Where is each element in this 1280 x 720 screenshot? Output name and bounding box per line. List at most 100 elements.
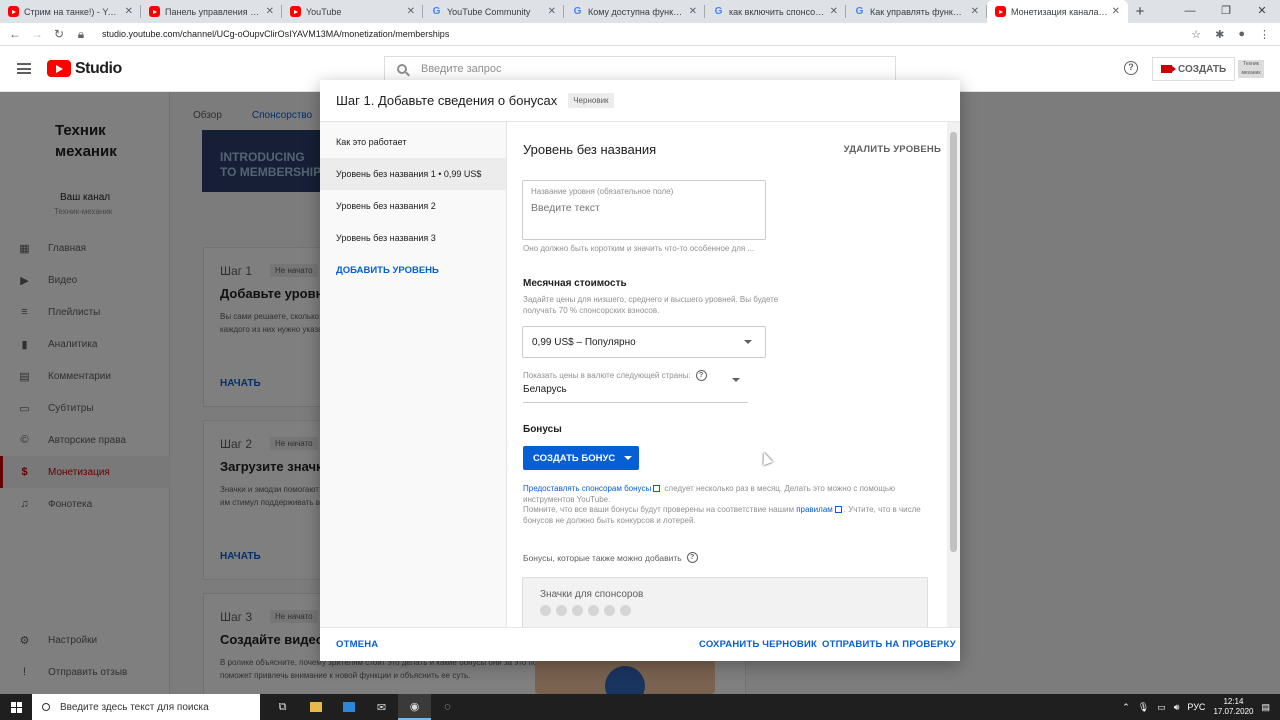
price-select[interactable]: 0,99 US$ – Популярно bbox=[522, 326, 766, 358]
tier-name-field-label: Название уровня (обязательное поле) bbox=[531, 187, 674, 196]
studio-logo[interactable]: Studio bbox=[47, 60, 122, 78]
add-level-button[interactable]: ДОБАВИТЬ УРОВЕНЬ bbox=[320, 254, 506, 286]
browser-tab[interactable]: YouTube ✕ bbox=[282, 0, 423, 23]
microphone-icon[interactable]: 🎙︎ bbox=[1138, 702, 1149, 713]
youtube-icon bbox=[8, 6, 19, 17]
help-icon[interactable]: ? bbox=[1124, 61, 1138, 75]
tier-name-field[interactable]: Название уровня (обязательное поле) bbox=[522, 180, 766, 240]
help-icon[interactable]: ? bbox=[695, 370, 707, 381]
minimize-icon[interactable]: — bbox=[1172, 0, 1208, 23]
create-button[interactable]: СОЗДАТЬ bbox=[1152, 57, 1236, 81]
search-input[interactable]: Введите запрос bbox=[384, 56, 896, 82]
video-camera-icon bbox=[1161, 65, 1176, 73]
taskbar-search[interactable]: Введите здесь текст для поиска bbox=[32, 694, 260, 720]
close-icon[interactable]: ✕ bbox=[1112, 6, 1120, 17]
close-icon[interactable]: ✕ bbox=[125, 6, 133, 17]
bonus-info: Предоставлять спонсорам бонусы следует н… bbox=[523, 484, 923, 526]
app-icon[interactable]: ◌ bbox=[431, 694, 464, 720]
youtube-icon bbox=[149, 6, 160, 17]
menu-icon[interactable] bbox=[17, 63, 31, 74]
also-add-text: Бонусы, которые также можно добавить bbox=[523, 552, 682, 563]
google-icon: G bbox=[573, 6, 582, 17]
mail-icon[interactable]: ✉ bbox=[365, 694, 398, 720]
notifications-icon[interactable]: ▤ bbox=[1261, 702, 1270, 713]
level-list-item[interactable]: Как это работает bbox=[320, 126, 506, 158]
logo-text: Studio bbox=[75, 59, 122, 77]
extensions-icon[interactable]: ✱ bbox=[1215, 28, 1224, 41]
level-list-item[interactable]: Уровень без названия 3 bbox=[320, 222, 506, 254]
close-icon[interactable]: ✕ bbox=[548, 6, 556, 17]
browser-tab[interactable]: G Кому доступна функция "С... ✕ bbox=[564, 0, 705, 23]
chevron-down-icon bbox=[744, 340, 752, 344]
cancel-button[interactable]: ОТМЕНА bbox=[336, 639, 378, 650]
tab-list: Стрим на танке!) - YouTube✕Панель управл… bbox=[0, 0, 1128, 23]
delete-tier-button[interactable]: УДАЛИТЬ УРОВЕНЬ bbox=[844, 144, 941, 155]
tier-name-heading: Уровень без названия bbox=[523, 142, 657, 157]
browser-tab[interactable]: G Как управлять функцией "... ✕ bbox=[846, 0, 987, 23]
url-field[interactable]: studio.youtube.com/channel/UCg-oOupvClir… bbox=[102, 29, 1191, 39]
submit-review-button[interactable]: ОТПРАВИТЬ НА ПРОВЕРКУ bbox=[822, 639, 956, 650]
store-icon[interactable] bbox=[332, 694, 365, 720]
dialog-left-nav: Как это работает Уровень без названия 1 •… bbox=[320, 122, 507, 627]
youtube-icon bbox=[995, 6, 1006, 17]
close-icon[interactable]: ✕ bbox=[830, 6, 838, 17]
country-label: Показать цены в валюте следующей страны:… bbox=[523, 370, 707, 381]
browser-tab[interactable]: Стрим на танке!) - YouTube ✕ bbox=[0, 0, 141, 23]
avatar[interactable]: Техник механик bbox=[1238, 60, 1264, 78]
member-badges-card[interactable]: Значки для спонсоров bbox=[522, 577, 928, 627]
tier-dialog: Шаг 1. Добавьте сведения о бонусах Черно… bbox=[320, 80, 960, 661]
tab-label: Монетизация канала - You... bbox=[1011, 6, 1108, 17]
dialog-scrollbar[interactable] bbox=[947, 122, 960, 627]
youtube-icon bbox=[290, 6, 301, 17]
taskbar-apps: ⧉ ✉ ◉ ◌ bbox=[266, 694, 464, 720]
browser-tab[interactable]: G YouTube Community ✕ bbox=[423, 0, 564, 23]
dialog-title: Шаг 1. Добавьте сведения о бонусах bbox=[336, 93, 558, 108]
network-icon[interactable]: ▭ bbox=[1157, 702, 1166, 713]
bonus-guidelines-link[interactable]: Предоставлять спонсорам бонусы bbox=[523, 484, 651, 493]
monthly-price-desc: Задайте цены для низшего, среднего и выс… bbox=[523, 295, 779, 315]
browser-tab[interactable]: Монетизация канала - You... ✕ bbox=[987, 0, 1128, 23]
monthly-price-title: Месячная стоимость bbox=[523, 278, 627, 289]
external-link-icon bbox=[834, 506, 842, 513]
bookmark-star-icon[interactable]: ☆ bbox=[1191, 28, 1201, 41]
badges-card-title: Значки для спонсоров bbox=[540, 589, 644, 600]
new-tab-button[interactable]: + bbox=[1128, 0, 1152, 23]
create-bonus-button[interactable]: СОЗДАТЬ БОНУС bbox=[523, 446, 639, 470]
close-window-icon[interactable]: ✕ bbox=[1244, 0, 1280, 23]
close-icon[interactable]: ✕ bbox=[266, 6, 274, 17]
browser-tab[interactable]: Gкак включить спонсорство... ✕ bbox=[705, 0, 846, 23]
create-button-label: СОЗДАТЬ bbox=[1178, 63, 1227, 75]
level-list-item[interactable]: Уровень без названия 2 bbox=[320, 190, 506, 222]
reload-icon[interactable]: ↻ bbox=[48, 27, 70, 41]
profile-icon[interactable]: ● bbox=[1238, 28, 1245, 41]
country-select[interactable]: Беларусь bbox=[523, 378, 748, 403]
save-draft-button[interactable]: СОХРАНИТЬ ЧЕРНОВИК bbox=[699, 639, 817, 650]
close-icon[interactable]: ✕ bbox=[407, 6, 415, 17]
dialog-header: Шаг 1. Добавьте сведения о бонусах Черно… bbox=[320, 80, 960, 122]
rules-link[interactable]: правилам bbox=[796, 505, 833, 514]
language-indicator[interactable]: РУС bbox=[1187, 702, 1205, 712]
badge-dot bbox=[572, 605, 583, 616]
level-list-item[interactable]: Уровень без названия 1 • 0,99 US$ bbox=[320, 158, 506, 190]
file-explorer-icon[interactable] bbox=[299, 694, 332, 720]
back-arrow-icon[interactable]: ← bbox=[4, 27, 26, 41]
browser-tab[interactable]: Панель управления канал... ✕ bbox=[141, 0, 282, 23]
task-view-icon[interactable]: ⧉ bbox=[266, 694, 299, 720]
close-icon[interactable]: ✕ bbox=[689, 6, 697, 17]
draft-badge: Черновик bbox=[568, 93, 614, 108]
bonuses-title: Бонусы bbox=[523, 424, 562, 435]
volume-icon[interactable]: 🔊︎ bbox=[1174, 702, 1180, 713]
browser-menu-icon[interactable]: ⋮ bbox=[1259, 28, 1270, 41]
close-icon[interactable]: ✕ bbox=[971, 6, 979, 17]
clock[interactable]: 12:14 17.07.2020 bbox=[1213, 697, 1253, 717]
clock-date: 17.07.2020 bbox=[1213, 707, 1254, 716]
tier-name-input[interactable] bbox=[531, 202, 757, 214]
help-icon[interactable]: ? bbox=[686, 552, 698, 563]
chevron-up-icon[interactable]: ⌃ bbox=[1122, 702, 1130, 713]
chrome-icon[interactable]: ◉ bbox=[398, 694, 431, 720]
forward-arrow-icon[interactable]: → bbox=[26, 27, 48, 41]
start-button[interactable] bbox=[0, 694, 32, 720]
scrollbar-thumb[interactable] bbox=[950, 132, 957, 552]
address-actions: ☆ ✱ ● ⋮ bbox=[1191, 28, 1270, 41]
restore-icon[interactable]: ❐ bbox=[1208, 0, 1244, 23]
